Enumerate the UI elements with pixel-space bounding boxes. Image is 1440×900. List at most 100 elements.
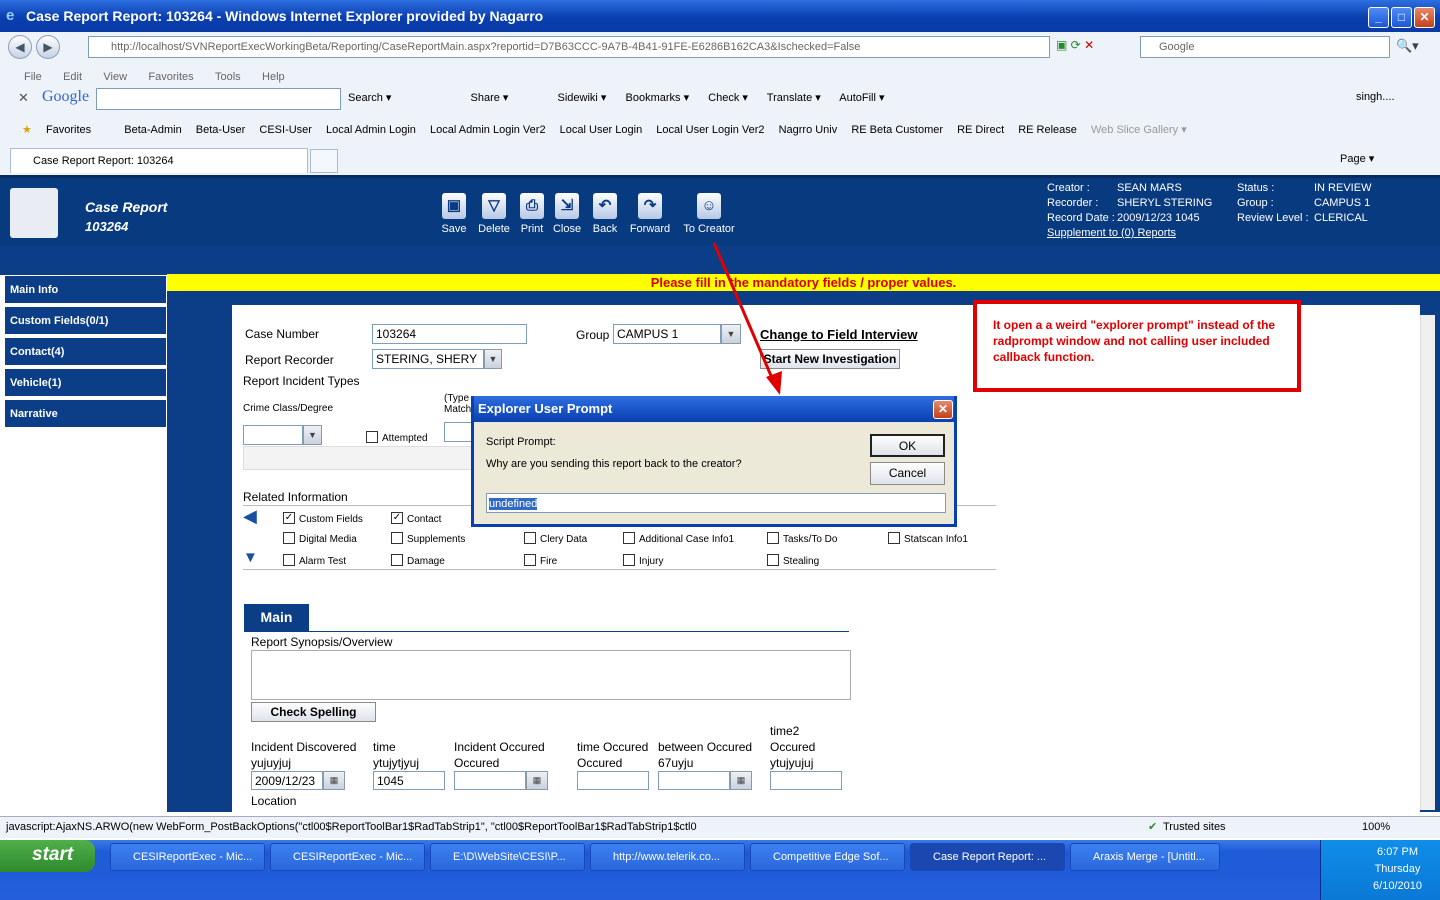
chevron-down-icon[interactable]: ▼ [303,425,322,445]
incident-occured-date[interactable] [454,771,526,790]
task-cesi-2[interactable]: CESIReportExec - Mic... [270,843,425,871]
damage-checkbox[interactable] [391,554,403,566]
custom-fields-checkbox[interactable]: ✓ [283,512,295,524]
check-button[interactable]: Check ▾ [708,92,748,104]
print-button[interactable]: ⎙ Print [514,193,550,235]
content-scrollbar[interactable] [1420,315,1435,810]
incident-discovered-date[interactable]: 2009/12/23 [251,771,323,790]
new-tab-button[interactable] [310,149,338,173]
search-input[interactable]: Google [1140,36,1390,58]
between-occured-date[interactable] [658,771,730,790]
clock-time[interactable]: 6:07 PM [1355,846,1440,858]
task-cesi-1[interactable]: CESIReportExec - Mic... [110,843,265,871]
forward-nav-button[interactable]: ▶ [36,35,60,59]
google-user[interactable]: singh.... [1356,91,1395,103]
case-number-input[interactable]: 103264 [372,324,527,344]
sidebar-item-contact[interactable]: Contact(4) [5,338,166,367]
task-case-report[interactable]: Case Report Report: ... [910,843,1065,871]
google-search-button[interactable]: Search ▾ [348,92,391,104]
back-nav-button[interactable]: ◀ [8,35,32,59]
delete-button[interactable]: ▽ Delete [476,193,512,235]
supplements-checkbox[interactable] [391,532,403,544]
statscan-checkbox[interactable] [888,532,900,544]
sidebar-item-vehicle[interactable]: Vehicle(1) [5,369,166,398]
expand-down-icon[interactable]: ▼ [243,549,258,566]
fav-re-release[interactable]: RE Release [1018,124,1077,136]
task-telerik[interactable]: http://www.telerik.co... [590,843,745,871]
supplement-link[interactable]: Supplement to (0) Reports [1047,227,1176,239]
back-button[interactable]: ↶ Back [587,193,623,235]
share-button[interactable]: Share ▾ [471,92,509,104]
task-araxis[interactable]: Araxis Merge - [Untitl... [1070,843,1220,871]
forward-button[interactable]: ↷ Forward [627,193,673,235]
start-button[interactable]: start [0,840,95,872]
fav-web-slice[interactable]: Web Slice Gallery ▾ [1091,124,1187,136]
ok-button[interactable]: OK [870,434,945,457]
zoom-level[interactable]: 100% [1362,817,1390,837]
fav-local-admin[interactable]: Local Admin Login [326,124,416,136]
time2-input[interactable] [770,771,842,790]
to-creator-button[interactable]: ☺ To Creator [680,193,738,235]
fav-cesi-user[interactable]: CESI-User [259,124,312,136]
menu-tools[interactable]: Tools [215,71,241,83]
fav-beta-user[interactable]: Beta-User [196,124,246,136]
attempted-checkbox[interactable] [366,431,378,443]
fav-local-user-v2[interactable]: Local User Login Ver2 [656,124,764,136]
fav-nagrro-univ[interactable]: Nagrro Univ [779,124,838,136]
collapse-left-icon[interactable]: ◀ [243,506,257,527]
save-button[interactable]: ▣ Save [436,193,472,235]
fav-local-admin-v2[interactable]: Local Admin Login Ver2 [430,124,546,136]
calendar-icon[interactable]: ▦ [526,771,548,790]
maximize-button[interactable]: □ [1391,7,1412,28]
time-input[interactable]: 1045 [373,771,445,790]
check-spelling-button[interactable]: Check Spelling [251,702,376,722]
fire-checkbox[interactable] [524,554,536,566]
menu-view[interactable]: View [103,71,127,83]
tab-main[interactable]: Main [244,604,309,631]
menu-file[interactable]: File [24,71,42,83]
bookmarks-button[interactable]: Bookmarks ▾ [626,92,690,104]
contact-checkbox[interactable]: ✓ [391,512,403,524]
sidebar-item-narrative[interactable]: Narrative [5,400,166,429]
sidebar-item-main-info[interactable]: Main Info [5,276,166,305]
menu-help[interactable]: Help [262,71,285,83]
recorder-select[interactable]: STERING, SHERY [372,349,484,369]
refresh-icons[interactable]: ▣ ⟳ ✕ [1056,38,1094,52]
sidebar-item-custom-fields[interactable]: Custom Fields(0/1) [5,307,166,336]
page-menu[interactable]: Page ▾ [1340,152,1374,165]
fav-local-user[interactable]: Local User Login [560,124,643,136]
alarm-test-checkbox[interactable] [283,554,295,566]
synopsis-textarea[interactable] [251,650,851,700]
tasks-checkbox[interactable] [767,532,779,544]
search-icon[interactable]: 🔍▾ [1396,38,1419,54]
favorites-button[interactable]: Favorites [46,124,91,136]
fav-re-direct[interactable]: RE Direct [957,124,1004,136]
google-search-input[interactable] [96,88,341,110]
calendar-icon[interactable]: ▦ [730,771,752,790]
minimize-button[interactable]: _ [1368,7,1389,28]
close-report-button[interactable]: ⇲ Close [549,193,585,235]
menu-favorites[interactable]: Favorites [148,71,193,83]
crime-class-select[interactable] [243,425,303,445]
browser-tab[interactable]: Case Report Report: 103264 [10,148,308,173]
digital-media-checkbox[interactable] [283,532,295,544]
close-toolbar-icon[interactable]: ✕ [18,90,29,106]
address-bar[interactable]: http://localhost/SVNReportExecWorkingBet… [88,36,1050,58]
task-explorer[interactable]: E:\D\WebSite\CESI\P... [430,843,585,871]
sidewiki-button[interactable]: Sidewiki ▾ [558,92,607,104]
fav-re-beta[interactable]: RE Beta Customer [851,124,943,136]
clery-data-checkbox[interactable] [524,532,536,544]
chevron-down-icon[interactable]: ▼ [484,349,502,369]
time-occured-input[interactable] [577,771,649,790]
dialog-close-button[interactable]: ✕ [933,400,953,419]
match-input[interactable] [444,422,474,442]
task-competitive-edge[interactable]: Competitive Edge Sof... [750,843,905,871]
additional-case-info-checkbox[interactable] [623,532,635,544]
menu-edit[interactable]: Edit [63,71,82,83]
cancel-button[interactable]: Cancel [870,462,945,485]
stealing-checkbox[interactable] [767,554,779,566]
translate-button[interactable]: Translate ▾ [767,92,821,104]
autofill-button[interactable]: AutoFill ▾ [839,92,884,104]
prompt-input[interactable]: undefined [486,493,946,513]
calendar-icon[interactable]: ▦ [323,771,345,790]
